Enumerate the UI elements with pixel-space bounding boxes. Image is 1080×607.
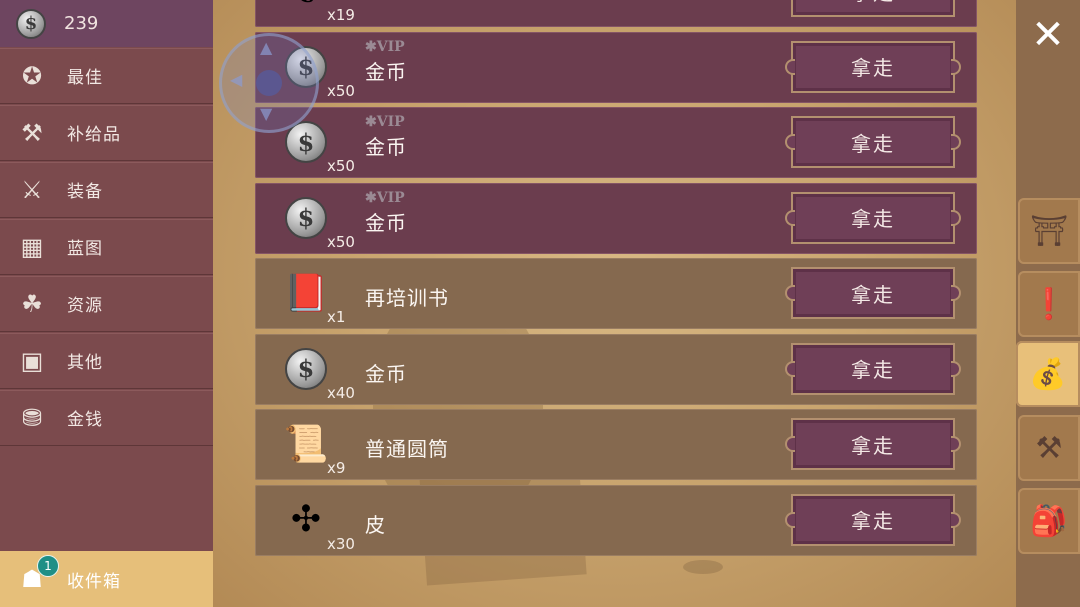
vip-tag: ✱VIP bbox=[365, 189, 405, 206]
arrow-up-icon: ▲ bbox=[260, 38, 273, 57]
item-quantity: x50 bbox=[327, 157, 355, 175]
sidebar-item-label: 资源 bbox=[67, 296, 103, 316]
sidebar-item-1[interactable]: ⚒ 补给品 bbox=[0, 105, 213, 161]
take-button[interactable]: 拿走 bbox=[785, 116, 961, 168]
take-button[interactable]: 拿走 bbox=[785, 493, 961, 546]
arrow-down-icon: ▼ bbox=[260, 104, 273, 123]
joystick-icon[interactable]: ◀ ▲ ▼ bbox=[219, 33, 319, 133]
sidebar-item-6[interactable]: ⛃ 金钱 bbox=[0, 390, 213, 446]
doorway-icon: ▣ bbox=[20, 346, 44, 375]
category-menu: ✪ 最佳 ⚒ 补给品 ⚔ 装备 ▦ 蓝图 ☘ 资源 ▣ 其他 ⛃ 金钱 bbox=[0, 48, 213, 447]
currency-amount: 239 bbox=[64, 13, 99, 34]
chest-icon: ☗ 1 bbox=[14, 555, 59, 597]
item-name: 金币 bbox=[365, 59, 407, 84]
item-quantity: x30 bbox=[327, 534, 355, 553]
reward-row: $ x50 ✱VIP 金币 拿走 bbox=[255, 31, 977, 103]
herb-bundle-icon: ❦ bbox=[283, 0, 329, 14]
take-button[interactable]: 拿走 bbox=[785, 267, 961, 319]
take-button[interactable]: 拿走 bbox=[785, 191, 961, 244]
reward-row: $ x40 金币 拿走 bbox=[255, 333, 977, 405]
item-quantity: x50 bbox=[327, 232, 355, 251]
arrow-left-icon: ◀ bbox=[230, 70, 243, 89]
item-name: 金币 bbox=[365, 135, 407, 159]
silver-coin-icon: $ bbox=[16, 8, 46, 39]
coin-stack-icon: ⛃ bbox=[21, 403, 43, 432]
vip-tag: ✱VIP bbox=[365, 114, 405, 130]
close-icon[interactable]: ✕ bbox=[1016, 0, 1080, 70]
joystick-knob[interactable] bbox=[256, 70, 282, 96]
item-name: 再培训书 bbox=[365, 286, 449, 310]
item-quantity: x40 bbox=[327, 383, 355, 402]
item-name: 皮 bbox=[365, 512, 386, 537]
item-quantity: x9 bbox=[327, 459, 346, 477]
sidebar-item-4[interactable]: ☘ 资源 bbox=[0, 276, 213, 332]
hammer-wrench-icon: ⚒ bbox=[21, 118, 43, 147]
sidebar-item-0[interactable]: ✪ 最佳 bbox=[0, 48, 213, 104]
silver-coin-icon: $ bbox=[285, 347, 327, 390]
reward-list[interactable]: ❦x19拿走$x50✱VIP金币拿走$x50✱VIP金币拿走$x50✱VIP金币… bbox=[255, 0, 977, 560]
sidebar-item-5[interactable]: ▣ 其他 bbox=[0, 333, 213, 389]
quest-scroll-icon[interactable]: ❗ bbox=[1018, 271, 1080, 337]
workbench-icon[interactable]: ⛩ bbox=[1018, 198, 1080, 264]
star-badge-icon: ✪ bbox=[21, 61, 43, 90]
backpack-icon[interactable]: 🎒 bbox=[1018, 488, 1080, 554]
red-book-icon: 📕 bbox=[283, 273, 329, 314]
item-name: 普通圆筒 bbox=[365, 437, 449, 461]
item-quantity: x19 bbox=[327, 6, 355, 24]
item-quantity: x1 bbox=[327, 308, 346, 326]
currency-display: $ 239 bbox=[0, 0, 213, 47]
vip-tag: ✱VIP bbox=[365, 38, 405, 55]
logs-icon: ☘ bbox=[21, 289, 43, 318]
reward-row: ❦x19 拿走 bbox=[255, 0, 977, 27]
blueprint-icon: ▦ bbox=[20, 232, 44, 261]
reward-row: ✣ x30 皮 拿走 bbox=[255, 484, 977, 556]
leather-hide-icon: ✣ bbox=[290, 499, 322, 540]
sidebar-item-label: 金钱 bbox=[67, 410, 103, 430]
silver-coin-icon: $ bbox=[283, 195, 329, 241]
reward-row: $ x50 ✱VIP 金币 拿走 bbox=[255, 182, 977, 254]
coin-pile-illustration bbox=[683, 560, 723, 574]
anvil-icon[interactable]: ⚒ bbox=[1018, 415, 1080, 481]
item-name: 金币 bbox=[365, 361, 407, 386]
sidebar-item-label: 最佳 bbox=[67, 68, 103, 88]
sidebar-item-inbox[interactable]: ☗ 1 收件箱 bbox=[0, 551, 213, 607]
silver-coin-icon: $ bbox=[283, 346, 329, 392]
item-quantity: x50 bbox=[327, 81, 355, 100]
sidebar-item-2[interactable]: ⚔ 装备 bbox=[0, 162, 213, 218]
sidebar-item-label: 装备 bbox=[67, 182, 103, 202]
sidebar-item-3[interactable]: ▦ 蓝图 bbox=[0, 219, 213, 275]
scroll-icon: 📜 bbox=[283, 424, 329, 465]
sidebar-item-label: 蓝图 bbox=[67, 239, 103, 259]
take-button[interactable]: 拿走 bbox=[785, 342, 961, 395]
sidebar-item-label: 收件箱 bbox=[67, 571, 121, 592]
reward-row: 📜 x9 普通圆筒 拿走 bbox=[255, 409, 977, 480]
reward-row: $ x50 ✱VIP 金币 拿走 bbox=[255, 107, 977, 178]
silver-coin-icon: $ bbox=[285, 196, 327, 239]
take-button[interactable]: 拿走 bbox=[785, 40, 961, 93]
crossed-tools-icon: ⚔ bbox=[21, 175, 43, 204]
take-button[interactable]: 拿走 bbox=[791, 0, 955, 17]
category-sidebar: $ 239 ✪ 最佳 ⚒ 补给品 ⚔ 装备 ▦ 蓝图 ☘ 资源 ▣ 其他 ⛃ 金钱 ☗ 1 收件箱 bbox=[0, 0, 213, 607]
sidebar-item-label: 其他 bbox=[67, 353, 103, 373]
sidebar-item-label: 补给品 bbox=[67, 125, 121, 145]
take-button[interactable]: 拿走 bbox=[785, 418, 961, 470]
loot-sack-icon[interactable]: 💰 bbox=[1016, 341, 1080, 407]
reward-row: 📕 x1 再培训书 拿走 bbox=[255, 258, 977, 329]
inbox-count-badge: 1 bbox=[37, 555, 59, 577]
item-name: 金币 bbox=[365, 210, 407, 235]
